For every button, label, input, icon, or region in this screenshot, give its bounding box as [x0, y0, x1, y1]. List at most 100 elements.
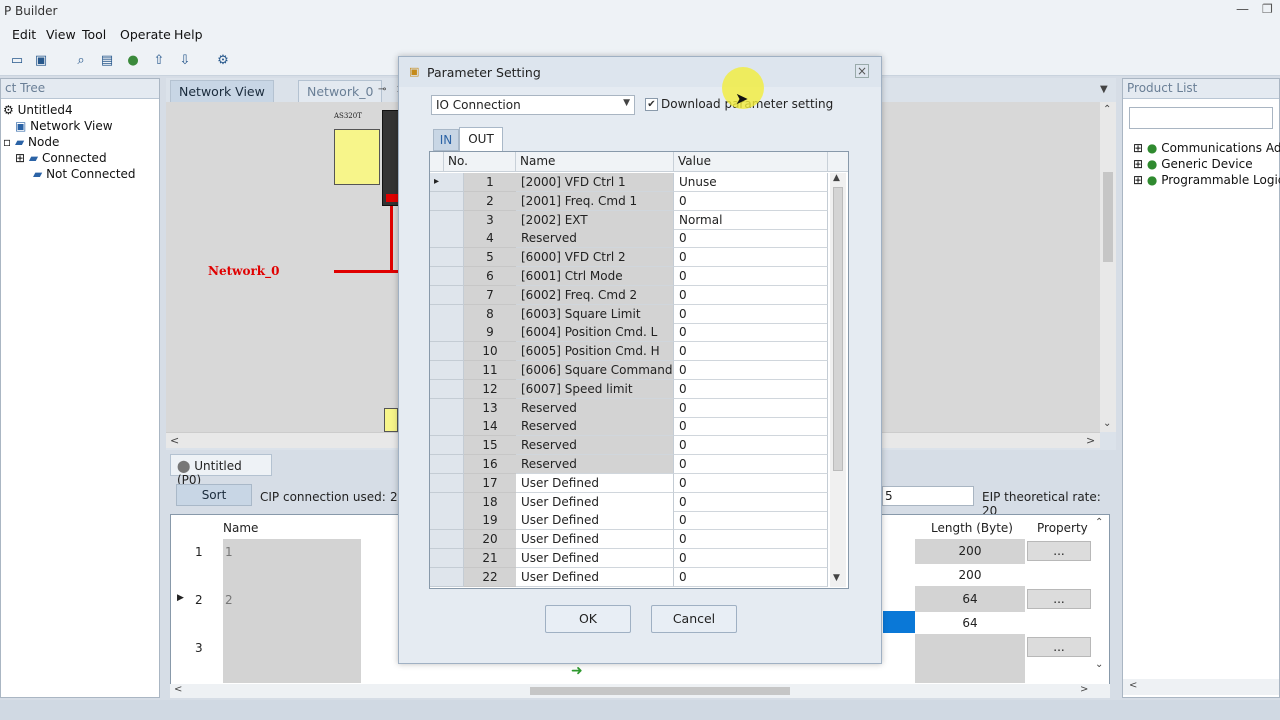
table-row[interactable]: 9 [6004] Position Cmd. L0 — [430, 323, 828, 343]
row-value[interactable]: 0 — [674, 398, 828, 418]
row-selector[interactable] — [430, 530, 464, 550]
product-search-input[interactable] — [1129, 107, 1273, 129]
row-selector[interactable] — [430, 361, 464, 380]
conn-row-length[interactable]: 200 — [915, 540, 1025, 562]
grid-v-scrollbar[interactable]: ▲ ▼ — [830, 173, 846, 587]
row-value[interactable]: 0 — [674, 549, 828, 568]
table-row[interactable]: 16 Reserved 0 — [430, 455, 828, 474]
table-row[interactable]: 7 [6002] Freq. Cmd 20 — [430, 285, 828, 305]
row-value[interactable]: 0 — [674, 417, 828, 437]
menu-tool[interactable]: Tool — [82, 27, 106, 42]
canvas-v-scrollbar[interactable]: ⌃ ⌄ — [1100, 102, 1116, 432]
table-row[interactable]: ▸ 1 [2000] VFD Ctrl 1 Unuse — [430, 173, 828, 192]
conn-row-property-button[interactable] — [1027, 613, 1091, 633]
conn-row-name[interactable]: 1 — [225, 545, 233, 559]
row-value[interactable]: 0 — [674, 323, 828, 343]
tree-item-node[interactable]: ▫ ▰ Node — [3, 135, 59, 149]
selected-cell[interactable] — [883, 611, 915, 633]
row-selector[interactable] — [430, 191, 464, 211]
tab-network-0[interactable]: Network_0 — [298, 80, 383, 102]
conn-row-length[interactable] — [915, 636, 1025, 658]
row-value[interactable]: 0 — [674, 304, 828, 324]
product-h-scrollbar[interactable]: < — [1123, 679, 1279, 695]
dialog-close-icon[interactable]: × — [855, 64, 869, 78]
green-arrow-icon[interactable]: ➜ — [571, 663, 583, 679]
scroll-left-icon[interactable]: < — [170, 434, 179, 447]
row-selector[interactable] — [430, 379, 464, 399]
scroll-right-icon[interactable]: > — [1086, 434, 1095, 447]
row-selector[interactable] — [430, 229, 464, 249]
row-selector[interactable] — [430, 285, 464, 305]
table-row[interactable]: 10 [6005] Position Cmd. H0 — [430, 342, 828, 362]
tab-in[interactable]: IN — [433, 129, 459, 151]
table-row[interactable]: 8 [6003] Square Limit 0 — [430, 304, 828, 324]
row-selector[interactable] — [430, 549, 464, 568]
upload-icon[interactable]: ⇧ — [150, 52, 168, 70]
row-selector[interactable] — [430, 304, 464, 324]
table-row[interactable]: 19 User Defined 0 — [430, 511, 828, 531]
row-value[interactable]: 0 — [674, 455, 828, 474]
tab-dropdown-icon[interactable]: ▼ — [1100, 84, 1108, 95]
table-h-thumb[interactable] — [530, 687, 790, 695]
conn-row-length[interactable]: 64 — [915, 612, 1025, 634]
table-h-scrollbar[interactable]: < > — [170, 684, 1110, 698]
col-header-no[interactable]: No. — [444, 152, 516, 172]
tree-item-network-view[interactable]: ▣ Network View — [15, 119, 113, 133]
grid-scroll-down-icon[interactable]: ▼ — [833, 573, 840, 583]
conn-row-property-button[interactable] — [1027, 565, 1091, 585]
scroll-up-icon[interactable]: ⌃ — [1103, 104, 1111, 115]
grid-scroll-thumb[interactable] — [833, 187, 843, 471]
row-selector[interactable]: ▸ — [430, 173, 464, 192]
table-row[interactable]: 12 [6007] Speed limit 0 — [430, 379, 828, 399]
row-value[interactable]: 0 — [674, 530, 828, 550]
tab-untitled-p0[interactable]: ⬤ Untitled (P0) — [170, 454, 272, 487]
scan-network-icon[interactable]: ⌕ — [72, 52, 90, 70]
row-selector[interactable] — [430, 323, 464, 343]
tab-out[interactable]: OUT — [459, 127, 503, 151]
row-value[interactable]: 0 — [674, 267, 828, 286]
table-row[interactable]: 18 User Defined 0 — [430, 492, 828, 512]
table-row[interactable]: 20 User Defined 0 — [430, 530, 828, 550]
table-row[interactable]: 14 Reserved 0 — [430, 417, 828, 437]
restore-icon[interactable]: ❐ — [1262, 2, 1273, 16]
col-header-name[interactable]: Name — [516, 152, 674, 172]
row-selector[interactable] — [430, 267, 464, 286]
menu-operate[interactable]: Operate — [120, 27, 171, 42]
row-value[interactable]: 0 — [674, 473, 828, 493]
product-scroll-left-icon[interactable]: < — [1129, 680, 1137, 691]
save-icon[interactable]: ▣ — [32, 52, 50, 70]
tree-item-connected[interactable]: ⊞ ▰ Connected — [15, 151, 107, 165]
conn-row-property-button[interactable]: ... — [1027, 541, 1091, 561]
table-row[interactable]: 4 Reserved 0 — [430, 229, 828, 249]
row-value[interactable]: 0 — [674, 248, 828, 268]
conn-row-property-button[interactable]: ... — [1027, 589, 1091, 609]
connect-icon[interactable]: ● — [124, 52, 142, 70]
download-checkbox[interactable]: ✔ — [645, 98, 658, 111]
canvas-v-thumb[interactable] — [1103, 172, 1113, 262]
table-row[interactable]: 11 [6006] Square Command 0 — [430, 361, 828, 380]
row-value[interactable]: 0 — [674, 511, 828, 531]
table-scroll-up-icon[interactable]: ⌃ — [1095, 517, 1103, 528]
cancel-button[interactable]: Cancel — [651, 605, 737, 633]
menu-help[interactable]: Help — [174, 27, 203, 42]
row-selector[interactable] — [430, 398, 464, 418]
table-row[interactable]: 2 [2001] Freq. Cmd 10 — [430, 191, 828, 211]
row-selector[interactable] — [430, 210, 464, 230]
table-scroll-right-icon[interactable]: > — [1080, 684, 1088, 695]
rate-field[interactable]: 5 — [882, 486, 974, 506]
row-selector[interactable] — [430, 342, 464, 362]
download-icon[interactable]: ⇩ — [176, 52, 194, 70]
row-selector[interactable] — [430, 511, 464, 531]
conn-row-name[interactable]: 2 — [225, 593, 233, 607]
row-value[interactable]: 0 — [674, 567, 828, 587]
row-selector[interactable] — [430, 436, 464, 456]
table-row[interactable]: 13 Reserved 0 — [430, 398, 828, 418]
conn-row-property-button[interactable]: ... — [1027, 637, 1091, 657]
table-scroll-left-icon[interactable]: < — [174, 684, 182, 695]
row-selector[interactable] — [430, 417, 464, 437]
ok-button[interactable]: OK — [545, 605, 631, 633]
row-value[interactable]: 0 — [674, 361, 828, 380]
table-row[interactable]: 21 User Defined 0 — [430, 549, 828, 568]
tree-item-untitled4[interactable]: ⚙ Untitled4 — [3, 103, 73, 117]
menu-view[interactable]: View — [46, 27, 76, 42]
